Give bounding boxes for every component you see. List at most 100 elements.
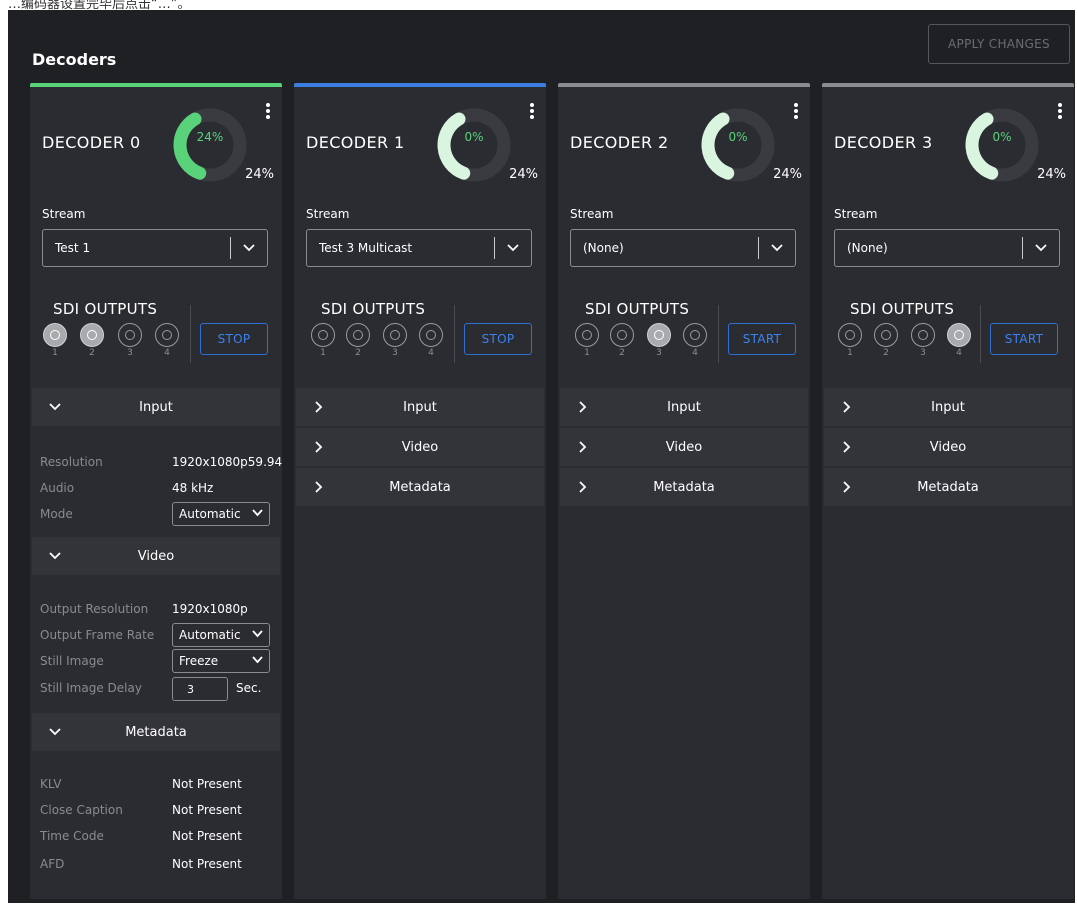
stream-label: Stream [834, 207, 878, 221]
sdi-port-3[interactable] [911, 323, 935, 347]
more-menu-icon[interactable] [530, 103, 534, 119]
decoders-app: Decoders APPLY CHANGES DECODER 0 24% 24%… [8, 10, 1075, 903]
section-metadata-header[interactable]: Metadata [32, 713, 280, 751]
divider [718, 305, 719, 363]
sdi-port-4[interactable] [419, 323, 443, 347]
port-number: 2 [619, 348, 625, 358]
section-title: Input [667, 399, 701, 415]
sdi-port-1[interactable] [575, 323, 599, 347]
stop-button[interactable]: STOP [200, 323, 268, 355]
still-image-select[interactable]: Freeze [172, 649, 270, 673]
frame-rate-value: Automatic [179, 628, 241, 642]
resolution-label: Resolution [40, 455, 103, 469]
decoder-card-1: DECODER 1 0% 24% Stream Test 3 Multicast… [294, 83, 546, 899]
decoder-card-2: DECODER 2 0% 24% Stream (None) SDI OUTPU… [558, 83, 810, 899]
status-bar [30, 83, 282, 87]
time-code-label: Time Code [40, 829, 104, 843]
sdi-port-1[interactable] [43, 323, 67, 347]
port-number: 4 [692, 348, 698, 358]
sdi-port-2[interactable] [874, 323, 898, 347]
chevron-down-icon [759, 244, 795, 252]
section-input-header[interactable]: Input [296, 388, 544, 426]
sdi-port-2[interactable] [610, 323, 634, 347]
port-number: 3 [127, 348, 133, 358]
chevron-right-icon [579, 401, 587, 413]
sdi-port-1[interactable] [311, 323, 335, 347]
port-number: 1 [584, 348, 590, 358]
chevron-down-icon [252, 630, 263, 638]
decoder-title: DECODER 2 [570, 133, 669, 152]
load-gauge [965, 108, 1039, 182]
sdi-port-3[interactable] [118, 323, 142, 347]
section-title: Input [139, 399, 173, 415]
sdi-port-3[interactable] [383, 323, 407, 347]
section-metadata-header[interactable]: Metadata [824, 468, 1072, 506]
chevron-down-icon [252, 656, 263, 664]
section-input-header[interactable]: Input [824, 388, 1072, 426]
chevron-right-icon [579, 441, 587, 453]
resolution-value: 1920x1080p59.94 [172, 455, 283, 469]
apply-changes-button[interactable]: APPLY CHANGES [928, 24, 1070, 64]
sdi-port-4[interactable] [683, 323, 707, 347]
still-image-delay-label: Still Image Delay [40, 681, 142, 695]
section-input-header[interactable]: Input [560, 388, 808, 426]
output-resolution-value: 1920x1080p [172, 602, 248, 616]
sdi-outputs-label: SDI OUTPUTS [585, 300, 690, 318]
load-gauge [173, 108, 247, 182]
stream-select[interactable]: Test 1 [42, 229, 268, 267]
output-frame-rate-label: Output Frame Rate [40, 628, 155, 642]
frame-rate-select[interactable]: Automatic [172, 623, 270, 647]
stream-label: Stream [42, 207, 86, 221]
more-menu-icon[interactable] [1058, 103, 1062, 119]
decoder-title: DECODER 1 [306, 133, 405, 152]
sdi-port-4[interactable] [155, 323, 179, 347]
gauge-load-label: 24% [773, 167, 802, 182]
more-menu-icon[interactable] [266, 103, 270, 119]
sdi-port-1[interactable] [838, 323, 862, 347]
start-button[interactable]: START [990, 323, 1058, 355]
section-metadata-header[interactable]: Metadata [296, 468, 544, 506]
sdi-port-2[interactable] [346, 323, 370, 347]
stream-label: Stream [570, 207, 614, 221]
stream-select[interactable]: Test 3 Multicast [306, 229, 532, 267]
sdi-port-3[interactable] [647, 323, 671, 347]
section-title: Video [665, 439, 703, 455]
divider [980, 305, 981, 363]
port-number: 3 [656, 348, 662, 358]
delay-unit: Sec. [236, 681, 262, 695]
sdi-port-2[interactable] [80, 323, 104, 347]
section-video-header[interactable]: Video [560, 428, 808, 466]
mode-select[interactable]: Automatic [172, 502, 270, 526]
section-video-header[interactable]: Video [32, 537, 280, 575]
status-bar [822, 83, 1074, 87]
port-number: 4 [164, 348, 170, 358]
section-title: Metadata [917, 479, 979, 495]
port-number: 1 [52, 348, 58, 358]
sdi-port-4[interactable] [947, 323, 971, 347]
section-metadata-header[interactable]: Metadata [560, 468, 808, 506]
port-number: 3 [920, 348, 926, 358]
section-input-header[interactable]: Input [32, 388, 280, 426]
section-title: Video [137, 548, 175, 564]
port-number: 2 [89, 348, 95, 358]
stream-select[interactable]: (None) [834, 229, 1060, 267]
page-title: Decoders [32, 50, 117, 69]
port-number: 1 [320, 348, 326, 358]
port-number: 3 [392, 348, 398, 358]
audio-label: Audio [40, 481, 75, 495]
section-title: Video [929, 439, 967, 455]
stream-value: Test 3 Multicast [319, 241, 413, 255]
still-image-delay-input[interactable]: 3 [172, 677, 228, 701]
divider [190, 305, 191, 363]
stream-select[interactable]: (None) [570, 229, 796, 267]
more-menu-icon[interactable] [794, 103, 798, 119]
decoder-card-0: DECODER 0 24% 24% Stream Test 1 SDI OUTP… [30, 83, 282, 899]
decoder-title: DECODER 3 [834, 133, 933, 152]
stream-value: (None) [847, 241, 888, 255]
section-video-header[interactable]: Video [296, 428, 544, 466]
section-video-header[interactable]: Video [824, 428, 1072, 466]
start-button[interactable]: START [728, 323, 796, 355]
stop-button[interactable]: STOP [464, 323, 532, 355]
port-number: 1 [847, 348, 853, 358]
gauge-percent: 0% [992, 130, 1012, 144]
